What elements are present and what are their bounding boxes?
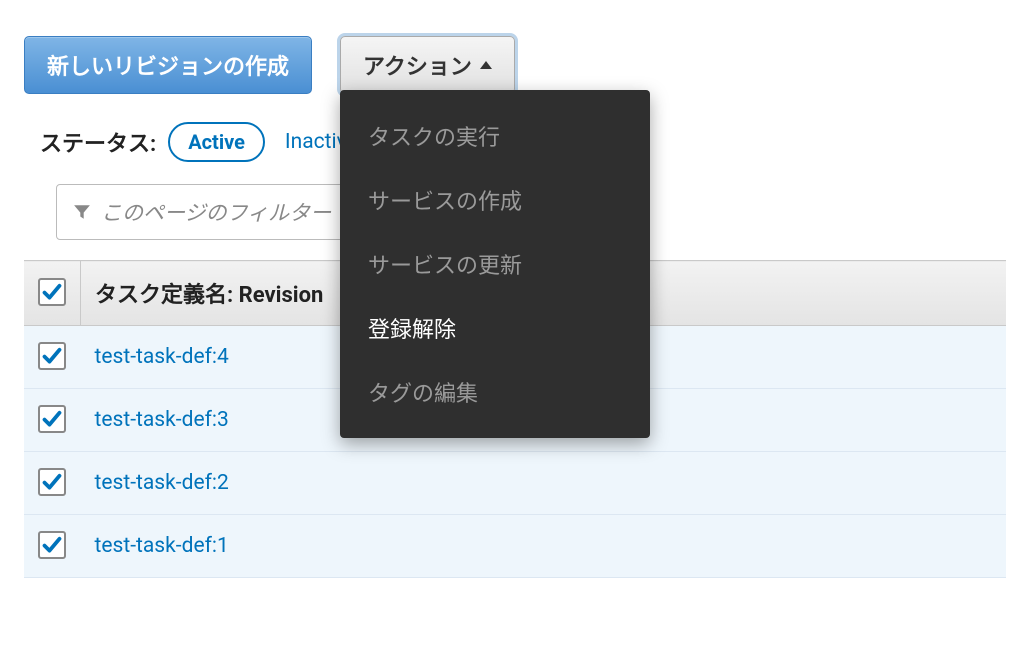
create-revision-button[interactable]: 新しいリビジョンの作成 <box>24 36 312 94</box>
menu-item-2: サービスの更新 <box>340 232 650 296</box>
table-row: test-task-def:2 <box>24 452 1006 515</box>
task-def-link[interactable]: test-task-def:1 <box>95 534 229 558</box>
status-label: ステータス: <box>40 126 156 158</box>
status-active-pill[interactable]: Active <box>168 122 265 162</box>
task-def-link[interactable]: test-task-def:4 <box>95 345 229 369</box>
task-def-link[interactable]: test-task-def:3 <box>95 408 229 432</box>
menu-item-0: タスクの実行 <box>340 104 650 168</box>
toolbar: 新しいリビジョンの作成 アクション タスクの実行サービスの作成サービスの更新登録… <box>24 36 1006 94</box>
action-dropdown-wrap: アクション タスクの実行サービスの作成サービスの更新登録解除タグの編集 <box>340 36 515 94</box>
action-button-label: アクション <box>363 49 472 81</box>
row-checkbox[interactable] <box>38 342 66 370</box>
menu-item-4: タグの編集 <box>340 360 650 424</box>
filter-icon <box>73 203 91 221</box>
action-dropdown-menu: タスクの実行サービスの作成サービスの更新登録解除タグの編集 <box>340 90 650 438</box>
row-checkbox[interactable] <box>38 468 66 496</box>
table-row: test-task-def:1 <box>24 515 1006 578</box>
select-all-checkbox[interactable] <box>38 278 66 306</box>
row-checkbox[interactable] <box>38 405 66 433</box>
filter-placeholder: このページのフィルター <box>101 197 331 227</box>
action-button[interactable]: アクション <box>340 36 515 94</box>
menu-item-3[interactable]: 登録解除 <box>340 296 650 360</box>
task-def-link[interactable]: test-task-def:2 <box>95 471 229 495</box>
header-checkbox-cell <box>24 261 81 326</box>
caret-up-icon <box>480 61 492 69</box>
row-checkbox[interactable] <box>38 531 66 559</box>
menu-item-1: サービスの作成 <box>340 168 650 232</box>
